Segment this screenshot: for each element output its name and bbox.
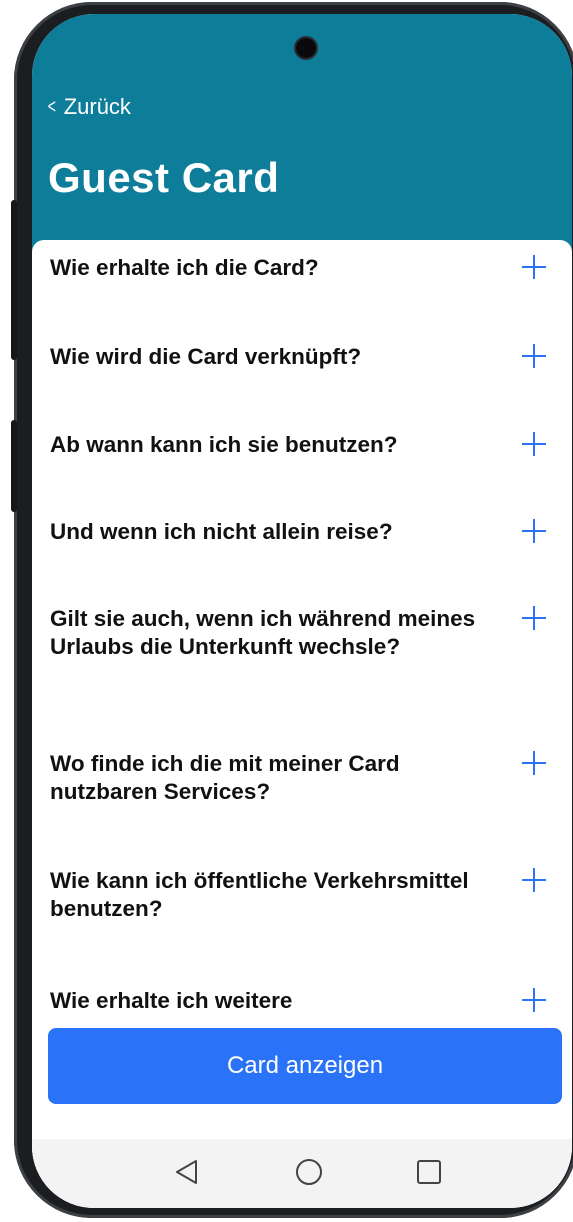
faq-question: Wo finde ich die mit meiner Card nutzbar… — [50, 751, 400, 804]
faq-item[interactable]: Wo finde ich die mit meiner Card nutzbar… — [50, 750, 555, 806]
square-recents-icon[interactable] — [414, 1157, 444, 1187]
page-title: Guest Card — [48, 154, 280, 201]
faq-item[interactable]: Wie erhalte ich die Card? — [50, 254, 555, 282]
plus-icon[interactable] — [519, 748, 549, 778]
back-link[interactable]: < Zurück — [46, 94, 131, 120]
faq-question: Gilt sie auch, wenn ich während meines U… — [50, 606, 476, 659]
circle-home-icon[interactable] — [294, 1157, 324, 1187]
faq-question: Und wenn ich nicht allein reise? — [50, 519, 393, 544]
faq-item[interactable]: Wie erhalte ich weitere — [50, 987, 555, 1015]
back-label: Zurück — [63, 94, 131, 119]
plus-icon[interactable] — [519, 603, 549, 633]
faq-item[interactable]: Gilt sie auch, wenn ich während meines U… — [50, 605, 555, 661]
phone-screen: < Zurück Guest Card Wie erhalte ich die … — [32, 14, 572, 1208]
plus-icon[interactable] — [519, 252, 549, 282]
plus-icon[interactable] — [519, 865, 549, 895]
faq-question: Wie erhalte ich die Card? — [50, 255, 319, 280]
triangle-back-icon[interactable] — [172, 1157, 202, 1187]
faq-question: Wie wird die Card verknüpft? — [50, 344, 362, 369]
system-nav-bar — [32, 1139, 572, 1208]
volume-button — [11, 200, 17, 360]
faq-question: Ab wann kann ich sie benutzen? — [50, 432, 398, 457]
faq-item[interactable]: Wie wird die Card verknüpft? — [50, 343, 555, 371]
faq-question: Wie erhalte ich weitere — [50, 988, 293, 1013]
faq-question: Wie kann ich öffentliche Verkehrsmittel … — [50, 868, 469, 921]
app-header: < Zurück Guest Card — [32, 14, 572, 274]
power-button — [11, 420, 17, 512]
faq-item[interactable]: Und wenn ich nicht allein reise? — [50, 518, 555, 546]
faq-item[interactable]: Ab wann kann ich sie benutzen? — [50, 431, 555, 459]
front-camera — [296, 38, 316, 58]
plus-icon[interactable] — [519, 985, 549, 1015]
plus-icon[interactable] — [519, 429, 549, 459]
plus-icon[interactable] — [519, 516, 549, 546]
plus-icon[interactable] — [519, 341, 549, 371]
chevron-left-icon: < — [47, 95, 56, 118]
faq-item[interactable]: Wie kann ich öffentliche Verkehrsmittel … — [50, 867, 555, 923]
show-card-button[interactable]: Card anzeigen — [48, 1028, 562, 1104]
